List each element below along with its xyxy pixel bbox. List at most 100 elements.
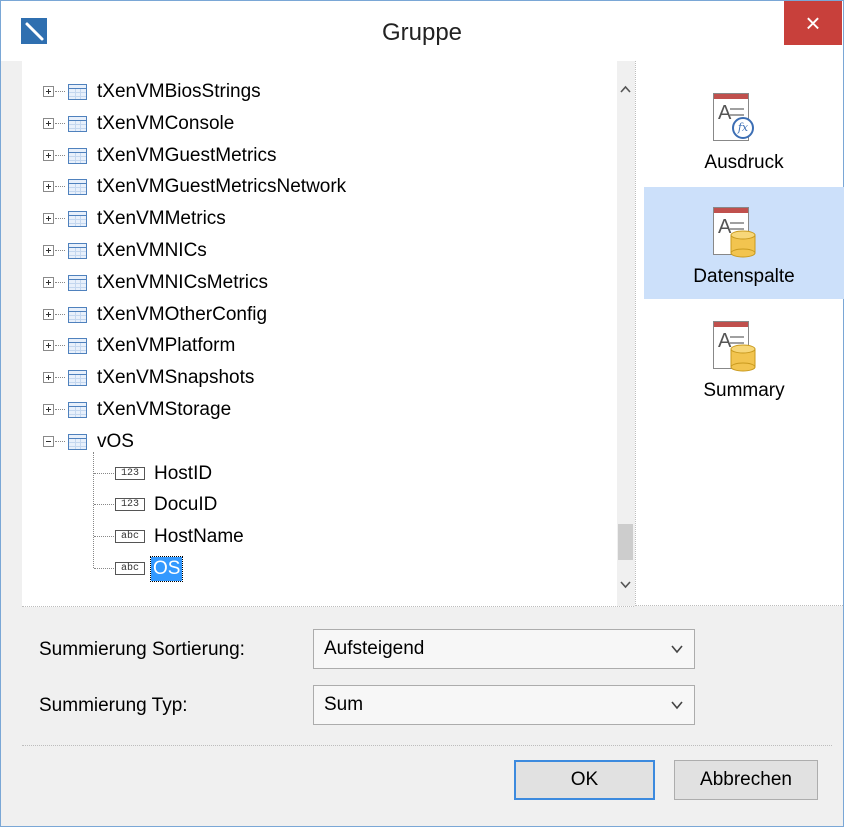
- expand-icon[interactable]: [43, 340, 54, 351]
- fx-badge: fx: [732, 117, 754, 139]
- chevron-up-icon: [620, 85, 631, 93]
- title-bar: Gruppe ×: [1, 1, 843, 61]
- expand-icon[interactable]: [43, 118, 54, 129]
- chevron-down-icon: [671, 645, 683, 654]
- tree-node-label: tXenVMStorage: [97, 399, 232, 420]
- tree-node-label: tXenVMMetrics: [97, 208, 226, 229]
- table-icon: [68, 370, 87, 386]
- tree-node-field[interactable]: 123 DocuID: [22, 491, 602, 521]
- expand-icon[interactable]: [43, 213, 54, 224]
- tree-node-table[interactable]: tXenVMBiosStrings: [22, 78, 602, 108]
- side-item-label: Summary: [703, 380, 785, 401]
- tree-connector: [55, 441, 65, 442]
- dialog-window: Gruppe × tXenVMBiosStrings tXenVMConsole t…: [0, 0, 844, 827]
- tree-node-table[interactable]: tXenVMOtherConfig: [22, 301, 602, 331]
- expand-icon[interactable]: [43, 277, 54, 288]
- expand-icon[interactable]: [43, 150, 54, 161]
- collapse-icon[interactable]: [43, 436, 54, 447]
- table-icon: [68, 84, 87, 100]
- tree-node-label: DocuID: [154, 494, 218, 515]
- table-icon: [68, 243, 87, 259]
- table-icon: [68, 275, 87, 291]
- tree-node-table[interactable]: tXenVMMetrics: [22, 205, 602, 235]
- table-icon: [68, 434, 87, 450]
- sort-dropdown[interactable]: Aufsteigend: [313, 629, 695, 669]
- tree-connector: [55, 155, 65, 156]
- tree-node-table[interactable]: tXenVMNICs: [22, 237, 602, 267]
- close-button[interactable]: ×: [784, 1, 842, 45]
- tree-scrollbar[interactable]: [617, 61, 634, 606]
- tree-node-label: tXenVMNICsMetrics: [97, 272, 269, 293]
- tree-connector: [55, 282, 65, 283]
- tree-node-label: tXenVMBiosStrings: [97, 81, 261, 102]
- side-item-ausdruck[interactable]: A fx Ausdruck: [644, 73, 844, 185]
- tree-node-table[interactable]: tXenVMSnapshots: [22, 364, 602, 394]
- table-icon: [68, 116, 87, 132]
- tree-connector: [55, 377, 65, 378]
- expand-icon[interactable]: [43, 309, 54, 320]
- numeric-type-icon: 123: [115, 467, 145, 480]
- separator: [22, 745, 832, 746]
- tree-connector: [55, 91, 65, 92]
- chevron-down-icon: [671, 701, 683, 710]
- table-icon: [68, 402, 87, 418]
- expand-icon[interactable]: [43, 86, 54, 97]
- side-item-label: Datenspalte: [693, 266, 795, 287]
- tree-node-table[interactable]: tXenVMConsole: [22, 110, 602, 140]
- ok-button[interactable]: OK: [514, 760, 655, 800]
- tree-connector: [94, 504, 114, 505]
- tree-node-label: tXenVMGuestMetricsNetwork: [97, 176, 347, 197]
- chevron-down-icon: [620, 581, 631, 589]
- type-dropdown[interactable]: Sum: [313, 685, 695, 725]
- field-tree[interactable]: tXenVMBiosStrings tXenVMConsole tXenVMGues…: [22, 61, 634, 607]
- tree-node-table[interactable]: vOS: [22, 428, 602, 458]
- side-item-datenspalte[interactable]: A Datenspalte: [644, 187, 844, 299]
- numeric-type-icon: 123: [115, 498, 145, 511]
- sort-value: Aufsteigend: [324, 638, 425, 659]
- tree-connector: [55, 250, 65, 251]
- scroll-up-button[interactable]: [617, 81, 634, 98]
- expand-icon[interactable]: [43, 245, 54, 256]
- expand-icon[interactable]: [43, 372, 54, 383]
- tree-node-field[interactable]: abc OS: [22, 555, 602, 585]
- type-label: Summierung Typ:: [39, 695, 188, 716]
- tree-node-label: tXenVMPlatform: [97, 335, 236, 356]
- tree-node-label: tXenVMSnapshots: [97, 367, 255, 388]
- table-icon: [68, 179, 87, 195]
- tree-connector: [55, 345, 65, 346]
- side-item-summary[interactable]: A Summary: [644, 301, 844, 413]
- tree-node-table[interactable]: tXenVMPlatform: [22, 332, 602, 362]
- tree-connector: [55, 314, 65, 315]
- tree-node-table[interactable]: tXenVMGuestMetrics: [22, 142, 602, 172]
- tree-node-label: HostID: [154, 463, 213, 484]
- tree-connector: [94, 536, 114, 537]
- tree-connector: [94, 568, 114, 569]
- tree-node-table[interactable]: tXenVMGuestMetricsNetwork: [22, 173, 602, 203]
- tree-node-field[interactable]: 123 HostID: [22, 460, 602, 490]
- side-item-label: Ausdruck: [704, 152, 784, 173]
- tree-node-label: HostName: [154, 526, 244, 547]
- table-icon: [68, 211, 87, 227]
- tree-connector: [55, 186, 65, 187]
- expand-icon[interactable]: [43, 404, 54, 415]
- text-type-icon: abc: [115, 530, 145, 543]
- type-value: Sum: [324, 694, 364, 715]
- tree-connector: [55, 123, 65, 124]
- scroll-down-button[interactable]: [617, 576, 634, 593]
- database-icon: [730, 230, 756, 258]
- tree-node-field[interactable]: abc HostName: [22, 523, 602, 553]
- expand-icon[interactable]: [43, 181, 54, 192]
- cancel-button[interactable]: Abbrechen: [674, 760, 818, 800]
- database-icon: [730, 344, 756, 372]
- tree-node-table[interactable]: tXenVMNICsMetrics: [22, 269, 602, 299]
- window-title: Gruppe: [381, 19, 463, 46]
- type-panel: A fx Ausdruck A Datenspalte A Summary: [635, 61, 844, 606]
- table-icon: [68, 338, 87, 354]
- tree-node-label: tXenVMNICs: [97, 240, 207, 261]
- tree-connector: [55, 409, 65, 410]
- tree-node-table[interactable]: tXenVMStorage: [22, 396, 602, 426]
- table-icon: [68, 307, 87, 323]
- scroll-thumb[interactable]: [618, 524, 633, 560]
- tree-node-label: tXenVMGuestMetrics: [97, 145, 277, 166]
- tree-connector: [94, 473, 114, 474]
